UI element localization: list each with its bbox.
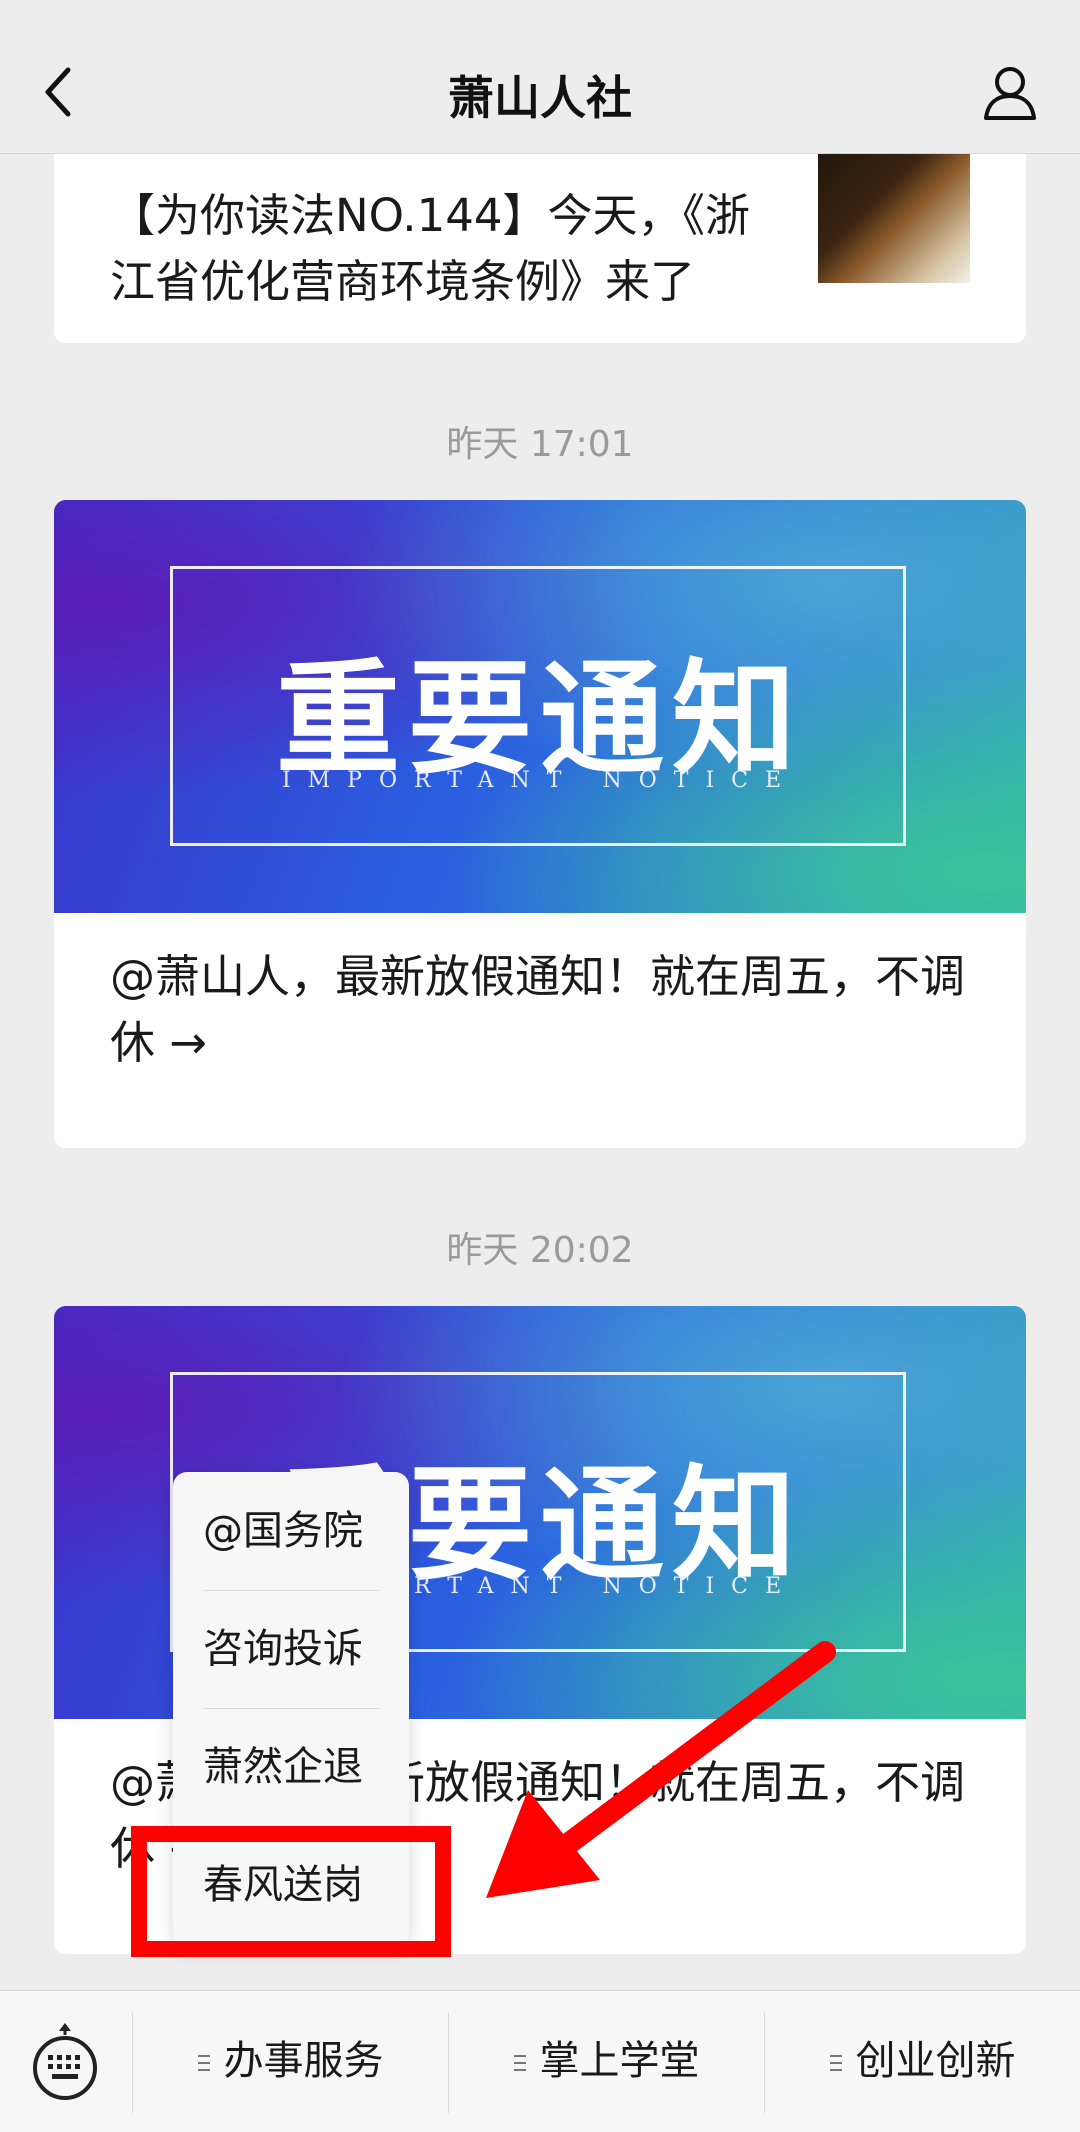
article-card[interactable]: 重要通知 IMPORTANT NOTICE @萧山人，最新放假通知！就在周五，不… <box>54 500 1026 1148</box>
article-thumbnail <box>818 153 970 283</box>
red-arrow-icon <box>486 1641 836 1898</box>
menu-button-label: 掌上学堂 <box>539 2038 700 2084</box>
article-card[interactable]: 【为你读法NO.144】今天，《浙江省优化营商环境条例》来了 <box>54 153 1026 343</box>
menu-button-label: 创业创新 <box>855 2038 1016 2084</box>
highlight-box <box>131 1826 451 1957</box>
menu-item-consult-complaint[interactable]: 咨询投诉 <box>203 1590 379 1708</box>
article-banner: 重要通知 IMPORTANT NOTICE <box>54 500 1026 913</box>
submenu-bars-icon <box>197 2055 210 2071</box>
message-timestamp: 昨天 17:01 <box>446 424 634 465</box>
submenu-bars-icon <box>513 2055 526 2071</box>
submenu-bars-icon <box>829 2055 842 2071</box>
menu-item-guowuyuan[interactable]: @国务院 <box>203 1472 379 1590</box>
menu-item-xiaoran-qitui[interactable]: 萧然企退 <box>203 1708 379 1826</box>
article-title: @萧山人，最新放假通知！就在周五，不调休 → <box>110 950 966 1069</box>
bottom-menu-bar: 办事服务 掌上学堂 创业创新 <box>0 1990 1080 2132</box>
message-timestamp: 昨天 20:02 <box>446 1230 634 1271</box>
banner-subtitle: IMPORTANT NOTICE <box>281 768 799 793</box>
page-title: 萧山人社 <box>448 71 632 125</box>
person-icon[interactable] <box>980 62 1040 122</box>
menu-button-classroom[interactable]: 掌上学堂 <box>449 1991 764 2132</box>
keyboard-icon[interactable] <box>30 2023 100 2101</box>
nav-bar: 萧山人社 <box>0 0 1080 154</box>
menu-button-label: 办事服务 <box>223 2038 384 2084</box>
article-title: 【为你读法NO.144】今天，《浙江省优化营商环境条例》来了 <box>110 189 750 308</box>
menu-button-service[interactable]: 办事服务 <box>133 1991 448 2132</box>
menu-button-startup[interactable]: 创业创新 <box>765 1991 1080 2132</box>
